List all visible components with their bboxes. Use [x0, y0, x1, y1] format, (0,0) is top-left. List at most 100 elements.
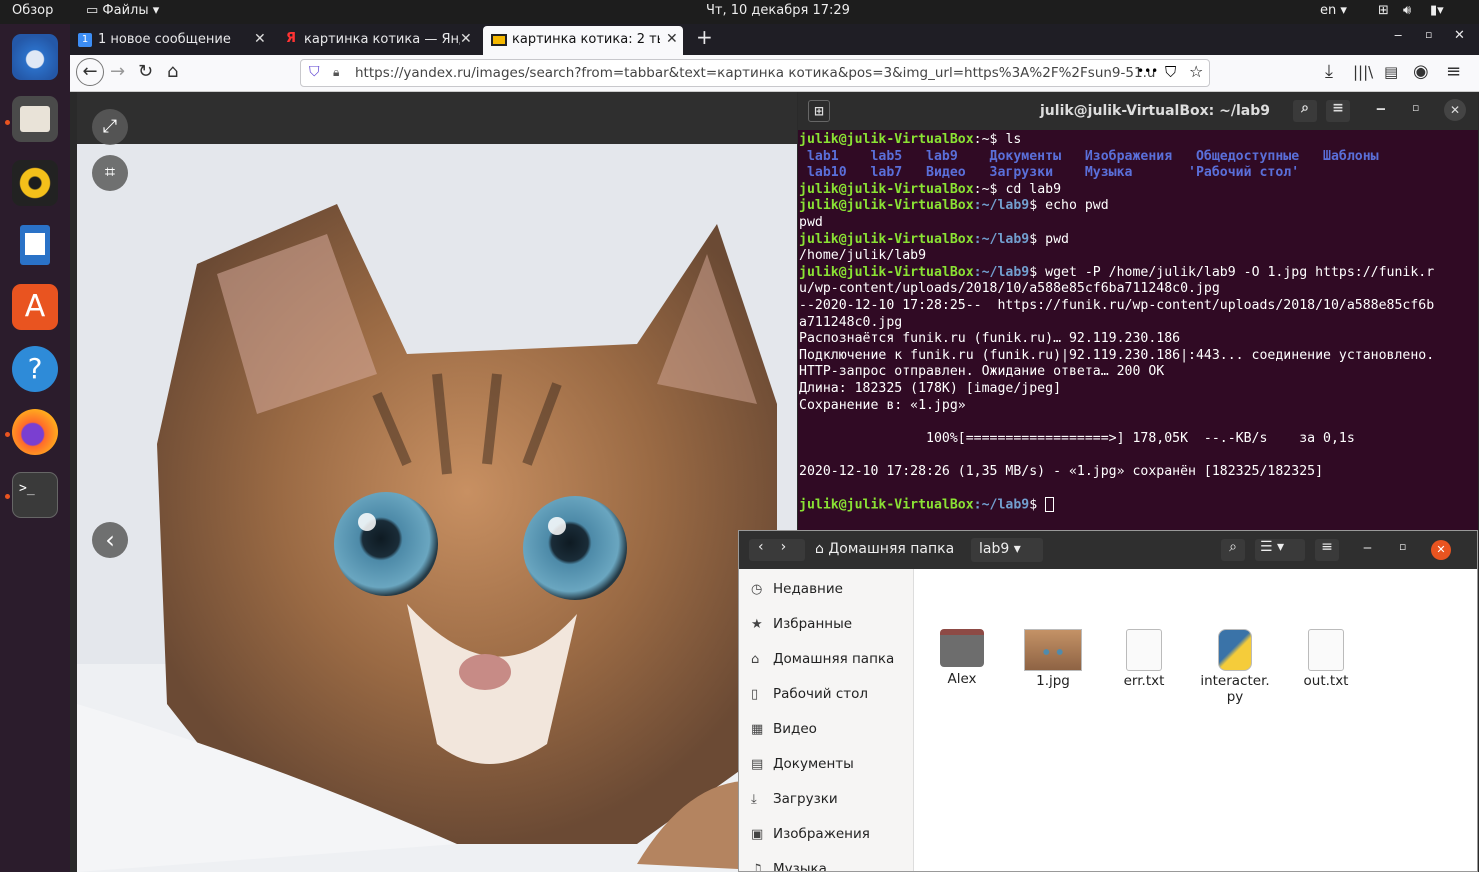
- thunderbird-icon[interactable]: [12, 34, 58, 80]
- maximize-icon[interactable]: ▫: [1412, 101, 1419, 114]
- writer-icon[interactable]: [12, 222, 58, 268]
- software-icon[interactable]: A: [12, 284, 58, 330]
- sidebar-item-recent[interactable]: ◷ Недавние: [751, 581, 843, 597]
- terminal-output[interactable]: julik@julik-VirtualBox:~$ ls lab1 lab5 l…: [799, 132, 1478, 514]
- file-item[interactable]: Alex: [917, 629, 1007, 687]
- account-icon[interactable]: ◉: [1413, 62, 1429, 82]
- library-icon[interactable]: |||\: [1353, 62, 1373, 82]
- unread-badge: 1: [78, 33, 92, 47]
- shield-icon[interactable]: ⛉: [309, 64, 320, 80]
- back-icon[interactable]: ←: [76, 58, 104, 86]
- file-item[interactable]: err.txt: [1099, 629, 1189, 689]
- video-icon: ▦: [751, 722, 764, 737]
- volume-icon[interactable]: 🔊︎: [1403, 3, 1411, 18]
- lock-icon[interactable]: 🔒︎: [333, 65, 339, 80]
- folder-icon: [940, 629, 984, 667]
- file-grid: Alex 1.jpg err.txt interacter. py out.tx…: [915, 569, 1477, 871]
- home-icon[interactable]: ⌂: [167, 62, 178, 82]
- search-icon[interactable]: ⌕: [1221, 539, 1245, 561]
- tab-yandex[interactable]: Я картинка котика — Янд ✕: [278, 26, 478, 55]
- rhythmbox-icon[interactable]: [12, 160, 58, 206]
- crop-icon[interactable]: ⌗: [92, 155, 128, 191]
- reload-icon[interactable]: ↻: [138, 62, 153, 82]
- close-tab-icon[interactable]: ✕: [254, 31, 266, 47]
- bookmark-star-icon[interactable]: ☆: [1189, 62, 1203, 81]
- path-home-button[interactable]: ⌂ Домашняя папка: [809, 538, 960, 562]
- battery-icon[interactable]: ▮▾: [1430, 3, 1444, 18]
- view-list-icon[interactable]: ☰ ▾: [1255, 539, 1305, 561]
- tab-strip: 1 1 новое сообщение ✕ Я картинка котика …: [70, 24, 1479, 55]
- cat-image[interactable]: [77, 144, 797, 872]
- activities-button[interactable]: Обзор: [12, 3, 53, 18]
- files-icon[interactable]: [12, 96, 58, 142]
- text-file-icon: [1126, 629, 1162, 671]
- close-icon[interactable]: ✕: [1444, 99, 1466, 121]
- terminal-window[interactable]: ⊞ julik@julik-VirtualBox: ~/lab9 ⌕ ≡ ‒ ▫…: [798, 92, 1478, 532]
- minimize-icon[interactable]: ‒: [1394, 28, 1402, 57]
- back-icon[interactable]: ‹›: [749, 539, 805, 561]
- minimize-icon[interactable]: ‒: [1376, 101, 1386, 117]
- menu-icon[interactable]: ≡: [1326, 100, 1350, 122]
- pocket-icon[interactable]: ⛉: [1165, 63, 1176, 81]
- path-current-button[interactable]: lab9 ▾: [971, 538, 1043, 562]
- maximize-icon[interactable]: ▫: [1425, 28, 1432, 57]
- image-toolbar: [77, 92, 797, 144]
- picture-icon: ▣: [751, 827, 764, 842]
- help-icon[interactable]: ?: [12, 346, 58, 392]
- sidebar-item-documents[interactable]: ▤ Документы: [751, 756, 854, 772]
- tab-images-active[interactable]: картинка котика: 2 тыс ✕: [483, 26, 683, 55]
- top-bar: Обзор ▭ Файлы ▾ Чт, 10 декабря 17:29 en …: [0, 0, 1479, 24]
- file-item[interactable]: out.txt: [1281, 629, 1371, 689]
- search-icon[interactable]: ⌕: [1293, 100, 1317, 122]
- firefox-icon[interactable]: [12, 409, 58, 455]
- new-tab-icon[interactable]: ⊞: [808, 100, 830, 122]
- new-tab-button[interactable]: +: [696, 25, 713, 54]
- navigation-bar: ← → ↻ ⌂ ⛉ 🔒︎ https://yandex.ru/images/se…: [70, 55, 1479, 92]
- files-sidebar: ◷ Недавние ★ Избранные ⌂ Домашняя папка ▯ Ра…: [739, 569, 914, 871]
- sidebar-item-music[interactable]: ♫ Музыка: [751, 861, 827, 871]
- folder-icon: ▭: [86, 3, 103, 18]
- file-item[interactable]: 1.jpg: [1008, 629, 1098, 689]
- sidebar-item-starred[interactable]: ★ Избранные: [751, 616, 852, 632]
- files-headerbar: ‹› ⌂ Домашняя папка lab9 ▾ ⌕ ☰ ▾ ≡ ‒ ▫ ✕: [739, 531, 1477, 569]
- sidebar-item-pictures[interactable]: ▣ Изображения: [751, 826, 870, 842]
- star-icon: ★: [751, 617, 763, 632]
- minimize-icon[interactable]: ‒: [1363, 540, 1372, 556]
- image-thumbnail-icon: [1024, 629, 1082, 671]
- terminal-title: julik@julik-VirtualBox: ~/lab9: [1040, 103, 1270, 119]
- close-icon[interactable]: ✕: [1431, 540, 1451, 560]
- yandex-icon: Я: [286, 31, 297, 46]
- network-icon[interactable]: ⊞: [1378, 3, 1389, 18]
- sidebar-icon[interactable]: ▤: [1384, 62, 1398, 82]
- menu-icon[interactable]: ≡: [1446, 62, 1461, 82]
- home-icon: ⌂: [751, 652, 760, 667]
- file-item[interactable]: interacter. py: [1190, 629, 1280, 705]
- files-app-menu[interactable]: ▭ Файлы ▾: [86, 3, 159, 18]
- document-icon: ▤: [751, 757, 764, 772]
- sidebar-item-downloads[interactable]: ⤓ Загрузки: [751, 791, 838, 807]
- previous-image-icon[interactable]: ‹: [92, 522, 128, 558]
- clock[interactable]: Чт, 10 декабря 17:29: [706, 3, 850, 18]
- terminal-icon[interactable]: >_: [12, 472, 58, 518]
- sidebar-item-videos[interactable]: ▦ Видео: [751, 721, 817, 737]
- close-tab-icon[interactable]: ✕: [666, 31, 678, 47]
- python-file-icon: [1218, 629, 1252, 671]
- language-indicator[interactable]: en ▾: [1320, 3, 1347, 18]
- url-bar[interactable]: ⛉ 🔒︎ https://yandex.ru/images/search?fro…: [300, 59, 1210, 87]
- download-icon: ⤓: [751, 792, 757, 807]
- menu-icon[interactable]: ≡: [1315, 539, 1339, 561]
- sidebar-item-home[interactable]: ⌂ Домашняя папка: [751, 651, 894, 667]
- maximize-icon[interactable]: ▫: [1399, 540, 1406, 553]
- fullscreen-icon[interactable]: ⤢: [92, 109, 128, 145]
- tab-mail[interactable]: 1 1 новое сообщение ✕: [74, 26, 274, 55]
- url-text[interactable]: https://yandex.ru/images/search?from=tab…: [355, 65, 1155, 81]
- forward-icon[interactable]: →: [110, 62, 125, 82]
- kitten-picture: [77, 144, 797, 872]
- close-window-icon[interactable]: ✕: [1454, 28, 1465, 57]
- sidebar-item-desktop[interactable]: ▯ Рабочий стол: [751, 686, 868, 702]
- desktop-icon: ▯: [751, 687, 759, 702]
- downloads-icon[interactable]: ⤓: [1325, 62, 1333, 82]
- page-actions-icon[interactable]: •••: [1137, 64, 1158, 78]
- close-tab-icon[interactable]: ✕: [460, 31, 472, 47]
- dock: A ? >_: [0, 24, 70, 872]
